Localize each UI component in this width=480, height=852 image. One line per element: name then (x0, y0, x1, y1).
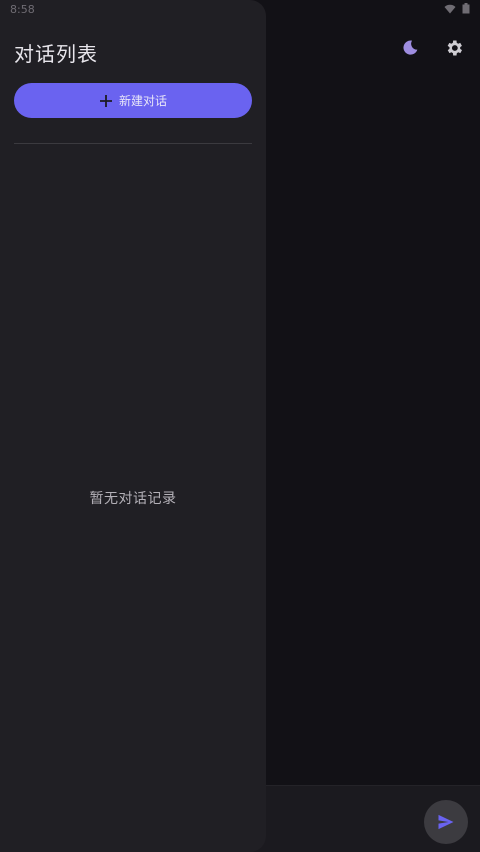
empty-state-text: 暂无对话记录 (89, 491, 177, 507)
conversation-drawer: 对话列表 新建对话 暂无对话记录 (0, 0, 266, 852)
app-screen: 对话列表 新建对话 暂无对话记录 8:58 (0, 0, 480, 852)
drawer-title: 对话列表 (14, 42, 98, 66)
wifi-icon (444, 4, 456, 13)
drawer-divider (14, 143, 252, 144)
battery-icon (462, 3, 470, 14)
status-bar: 8:58 (0, 0, 480, 20)
new-chat-label: 新建对话 (118, 94, 167, 108)
status-time: 8:58 (10, 3, 35, 16)
new-chat-button[interactable]: 新建对话 (14, 83, 252, 118)
plus-icon (99, 94, 112, 107)
status-icons (444, 3, 470, 14)
